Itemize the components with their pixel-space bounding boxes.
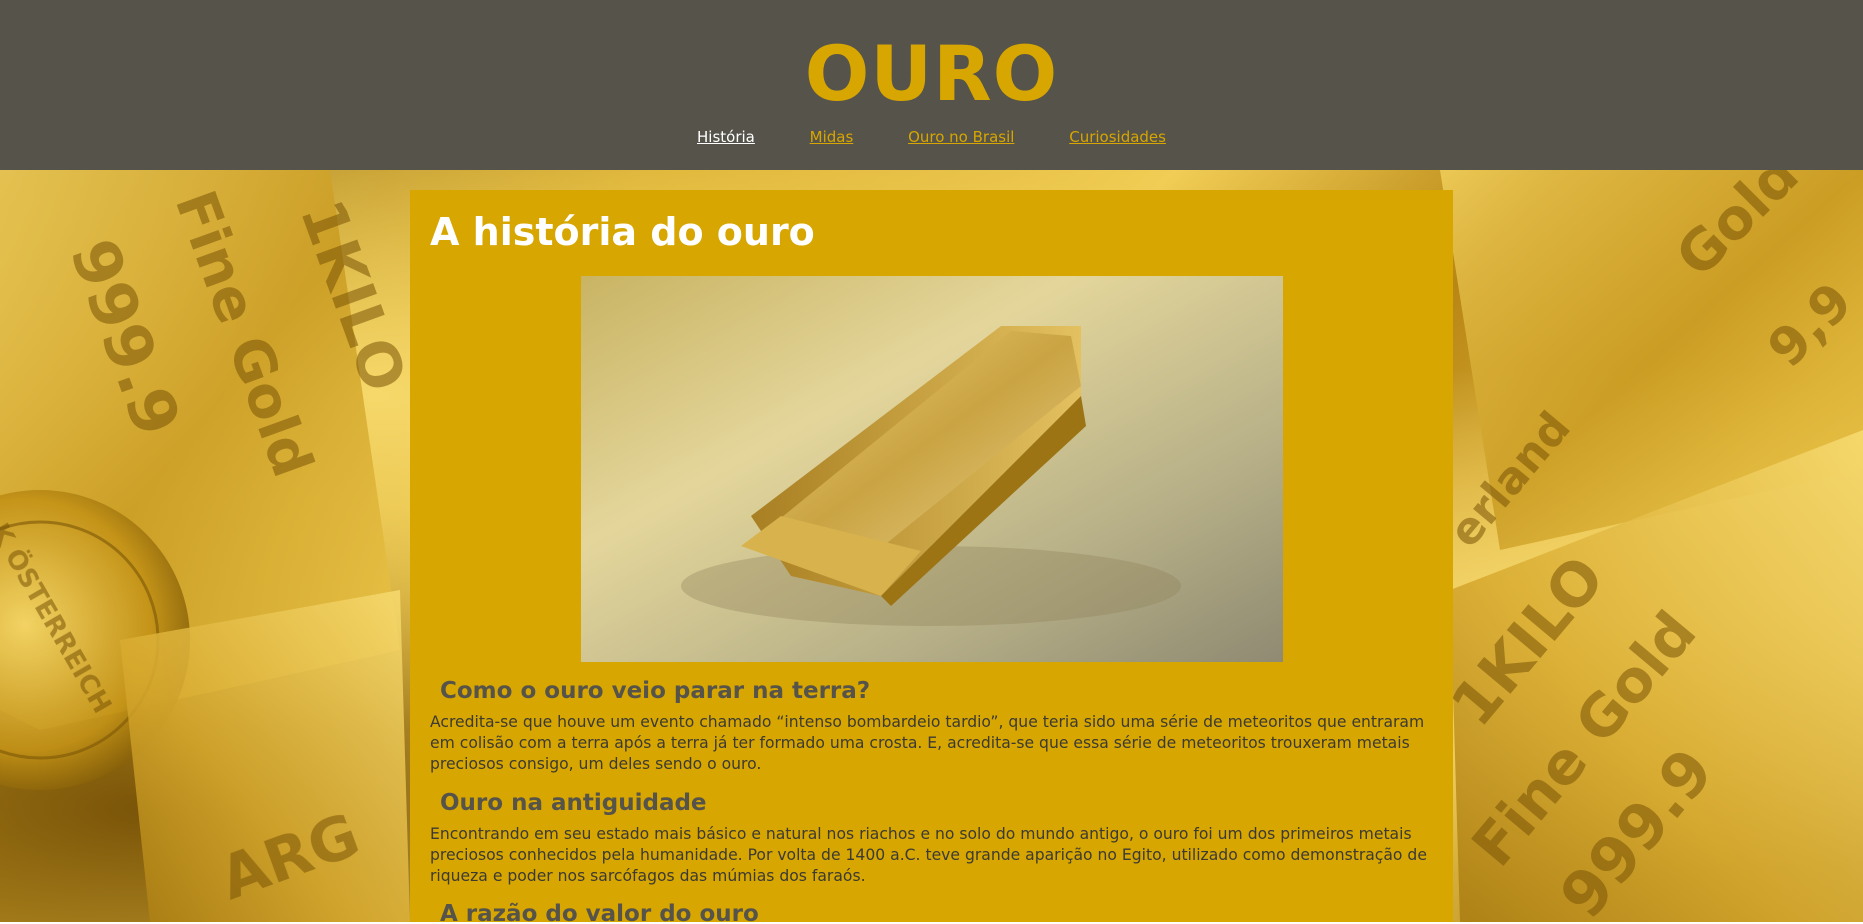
section-paragraph: Encontrando em seu estado mais básico e … <box>430 825 1427 885</box>
section-heading: A razão do valor do ouro <box>440 901 759 922</box>
page: OURO História Midas Ouro no Brasil Curio… <box>0 0 1863 922</box>
nav-link-ouro-no-brasil[interactable]: Ouro no Brasil <box>908 128 1014 146</box>
nav-link-curiosidades[interactable]: Curiosidades <box>1069 128 1166 146</box>
section-paragraph: Acredita-se que houve um evento chamado … <box>430 713 1425 773</box>
site-header: OURO História Midas Ouro no Brasil Curio… <box>0 0 1863 170</box>
gold-bar-photo <box>581 276 1283 662</box>
nav-link-historia[interactable]: História <box>697 128 755 146</box>
article-title: A história do ouro <box>430 210 815 254</box>
section-heading: Ouro na antiguidade <box>440 790 707 816</box>
article-content: A história do ouro Como o ouro veio para… <box>410 190 1453 922</box>
nav-link-midas[interactable]: Midas <box>810 128 854 146</box>
section-heading: Como o ouro veio parar na terra? <box>440 678 871 704</box>
top-nav: História Midas Ouro no Brasil Curiosidad… <box>0 128 1863 146</box>
site-title: OURO <box>804 29 1059 118</box>
